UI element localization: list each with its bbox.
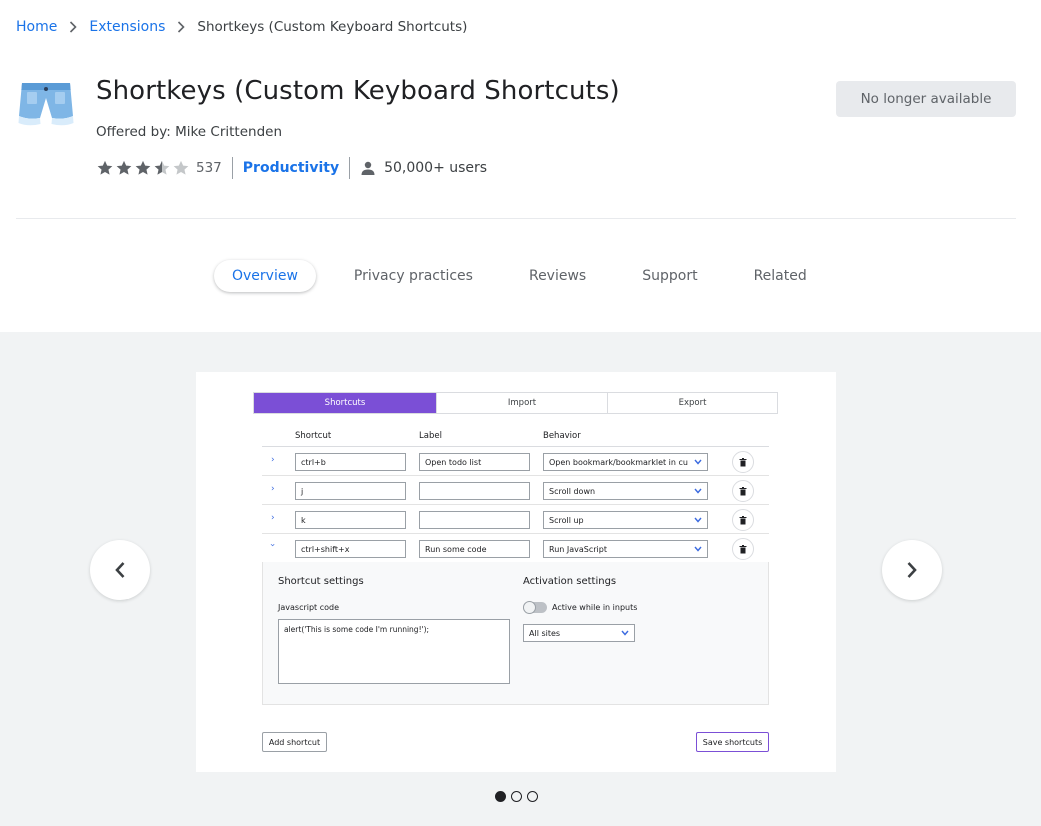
slide-shortcut-field: ctrl+shift+x <box>295 540 406 558</box>
slide-tab-import: Import <box>437 393 608 413</box>
slide-behavior-select: Scroll down <box>543 482 708 500</box>
chevron-right-icon: › <box>271 484 275 494</box>
slide-shortcut-settings-title: Shortcut settings <box>278 576 364 587</box>
tab-related[interactable]: Related <box>736 260 825 292</box>
slide-shortcut-field: j <box>295 482 406 500</box>
slide-shortcut-field: k <box>295 511 406 529</box>
slide-table-row: › j Scroll down <box>262 476 769 505</box>
slide-sites-select: All sites <box>523 624 635 642</box>
next-slide-button[interactable] <box>882 540 942 600</box>
slide-label-field: Run some code <box>419 540 530 558</box>
slide-save-shortcuts-button: Save shortcuts <box>696 732 769 752</box>
breadcrumb-home-link[interactable]: Home <box>16 19 57 35</box>
tab-support[interactable]: Support <box>624 260 715 292</box>
header-divider <box>16 218 1016 219</box>
slide-dot-3[interactable] <box>527 791 538 802</box>
slide-active-in-inputs-label: Active while in inputs <box>552 603 638 612</box>
chevron-down-icon <box>694 488 702 494</box>
chevron-down-icon <box>694 459 702 465</box>
slide-col-label: Label <box>419 431 442 441</box>
slide-behavior-select: Scroll up <box>543 511 708 529</box>
breadcrumb-current: Shortkeys (Custom Keyboard Shortcuts) <box>197 19 468 35</box>
slide-label-field: Open todo list <box>419 453 530 471</box>
trash-icon <box>732 509 754 531</box>
screenshot-gallery: Shortcuts Import Export Shortcut Label B… <box>0 332 1041 826</box>
tab-overview[interactable]: Overview <box>214 260 316 292</box>
slide-indicators <box>495 791 538 802</box>
breadcrumb-extensions-link[interactable]: Extensions <box>89 19 165 35</box>
slide-behavior-select: Open bookmark/bookmarklet in cu <box>543 453 708 471</box>
slide-tab-shortcuts: Shortcuts <box>254 393 437 413</box>
screenshot-slide: Shortcuts Import Export Shortcut Label B… <box>196 372 836 772</box>
chevron-left-icon <box>115 562 125 578</box>
previous-slide-button[interactable] <box>90 540 150 600</box>
trash-icon <box>732 451 754 473</box>
slide-active-in-inputs-toggle <box>523 601 547 614</box>
page-tabs: Overview Privacy practices Reviews Suppo… <box>214 259 845 293</box>
tab-privacy-practices[interactable]: Privacy practices <box>336 260 491 292</box>
chevron-down-icon <box>694 546 702 552</box>
no-longer-available-button[interactable]: No longer available <box>836 81 1016 117</box>
slide-sites-value: All sites <box>529 628 561 638</box>
chevron-right-icon <box>177 21 186 33</box>
slide-behavior-value: Scroll down <box>549 486 596 496</box>
slide-dot-2[interactable] <box>511 791 522 802</box>
slide-col-shortcut: Shortcut <box>295 431 332 441</box>
slide-table-row: › ctrl+b Open todo list Open bookmark/bo… <box>262 447 769 476</box>
slide-add-shortcut-button: Add shortcut <box>262 732 327 752</box>
slide-col-behavior: Behavior <box>543 431 581 441</box>
extension-meta: 537 Productivity 50,000+ users <box>96 156 487 180</box>
star-half-icon <box>154 160 170 175</box>
slide-table-row: › ctrl+shift+x Run some code Run JavaScr… <box>262 534 769 563</box>
shorts-icon <box>16 80 76 132</box>
users-count: 50,000+ users <box>360 160 487 176</box>
slide-behavior-value: Open bookmark/bookmarklet in cu <box>549 457 688 467</box>
chevron-down-icon <box>694 517 702 523</box>
breadcrumb: Home Extensions Shortkeys (Custom Keyboa… <box>16 17 467 37</box>
extension-title: Shortkeys (Custom Keyboard Shortcuts) <box>96 76 620 106</box>
person-icon <box>361 161 375 175</box>
divider <box>349 157 351 179</box>
rating-count[interactable]: 537 <box>196 160 222 176</box>
chevron-down-icon <box>621 630 629 636</box>
star-full-icon <box>116 160 132 175</box>
category-link[interactable]: Productivity <box>243 160 339 176</box>
slide-js-code-label: Javascript code <box>278 603 340 612</box>
chevron-right-icon <box>907 562 917 578</box>
trash-icon <box>732 538 754 560</box>
divider <box>231 157 233 179</box>
slide-js-code-textarea: alert('This is some code I'm running!'); <box>278 619 510 684</box>
slide-behavior-value: Run JavaScript <box>549 544 607 554</box>
slide-activation-settings-title: Activation settings <box>523 576 617 587</box>
chevron-down-icon: › <box>266 543 277 547</box>
offered-by: Offered by: Mike Crittenden <box>96 124 283 140</box>
slide-behavior-select: Run JavaScript <box>543 540 708 558</box>
slide-label-field <box>419 482 530 500</box>
trash-icon <box>732 480 754 502</box>
chevron-right-icon: › <box>271 455 275 465</box>
tab-reviews[interactable]: Reviews <box>511 260 604 292</box>
slide-tab-export: Export <box>678 398 707 408</box>
slide-settings-panel: Shortcut settings Javascript code alert(… <box>262 562 769 705</box>
star-full-icon <box>135 160 151 175</box>
star-empty-icon <box>173 160 189 175</box>
slide-shortcut-field: ctrl+b <box>295 453 406 471</box>
slide-table-row: › k Scroll up <box>262 505 769 534</box>
star-full-icon <box>97 160 113 175</box>
chevron-right-icon: › <box>271 513 275 523</box>
slide-tabs: Shortcuts Import Export <box>253 392 778 414</box>
slide-label-field <box>419 511 530 529</box>
chevron-right-icon <box>69 21 77 33</box>
slide-behavior-value: Scroll up <box>549 515 584 525</box>
star-rating[interactable] <box>96 159 190 177</box>
slide-dot-1[interactable] <box>495 791 506 802</box>
users-label: 50,000+ users <box>384 160 488 176</box>
